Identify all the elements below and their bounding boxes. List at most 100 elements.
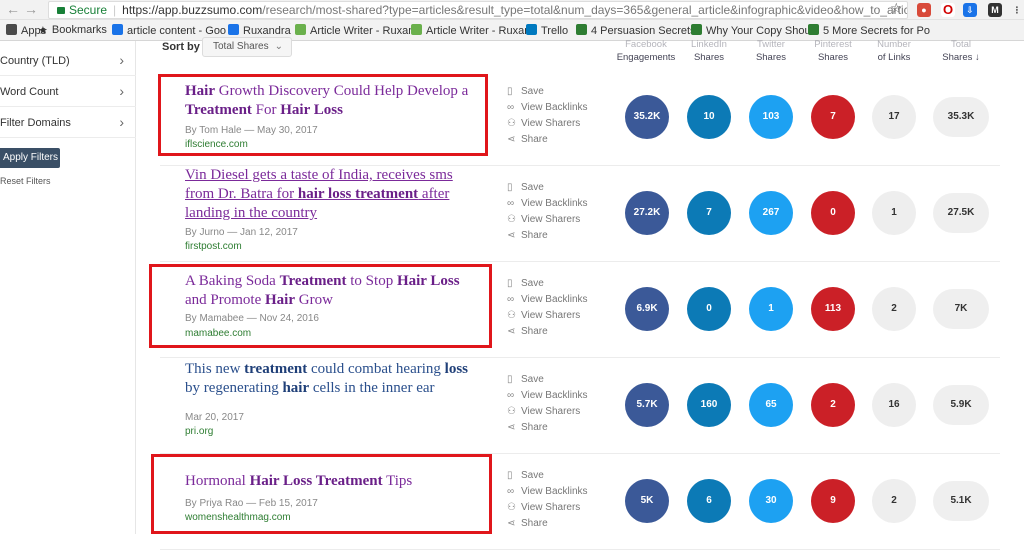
share-action[interactable]: ⋖ Share xyxy=(507,132,588,148)
linkedin-count[interactable]: 7 xyxy=(687,191,731,235)
bookmark-item[interactable]: ★ Bookmarks xyxy=(38,24,107,37)
twitter-count[interactable]: 65 xyxy=(749,383,793,427)
col-linkedin[interactable]: LinkedIn Shares xyxy=(678,38,740,64)
article-actions: ▯ Save ∞ View Backlinks ⚇ View Sharers ⋖ Share xyxy=(507,468,588,532)
chevron-down-icon: ⌄ xyxy=(274,41,283,52)
user-icon: ⚇ xyxy=(507,214,516,225)
save-action[interactable]: ▯ Save xyxy=(507,180,588,196)
twitter-count[interactable]: 267 xyxy=(749,191,793,235)
pinterest-count[interactable]: 113 xyxy=(811,287,855,331)
forward-arrow-icon[interactable]: → xyxy=(24,1,38,17)
save-action[interactable]: ▯ Save xyxy=(507,276,588,292)
bookmark-item[interactable]: Article Writer - Ruxan xyxy=(411,24,530,37)
link-icon: ∞ xyxy=(507,102,515,113)
pinterest-count[interactable]: 7 xyxy=(811,95,855,139)
bookmark-icon: ▯ xyxy=(507,278,513,289)
filter-domains[interactable]: Filter Domains › xyxy=(0,108,136,138)
article-actions: ▯ Save ∞ View Backlinks ⚇ View Sharers ⋖ Share xyxy=(507,84,588,148)
links-count[interactable]: 2 xyxy=(872,287,916,331)
twitter-count[interactable]: 30 xyxy=(749,479,793,523)
view-sharers-action[interactable]: ⚇ View Sharers xyxy=(507,116,588,132)
filter-sidebar: Country (TLD) › Word Count › Filter Domain… xyxy=(0,41,136,534)
total-shares: 5.9K xyxy=(933,385,989,425)
view-backlinks-action[interactable]: ∞ View Backlinks xyxy=(507,388,588,404)
col-pinterest[interactable]: Pinterest Shares xyxy=(802,38,864,64)
pinterest-count[interactable]: 0 xyxy=(811,191,855,235)
view-backlinks-action[interactable]: ∞ View Backlinks xyxy=(507,484,588,500)
lock-icon xyxy=(57,7,65,14)
view-backlinks-action[interactable]: ∞ View Backlinks xyxy=(507,196,588,212)
share-action[interactable]: ⋖ Share xyxy=(507,324,588,340)
linkedin-count[interactable]: 6 xyxy=(687,479,731,523)
linkedin-count[interactable]: 10 xyxy=(687,95,731,139)
bookmark-item[interactable]: 5 More Secrets for Po xyxy=(808,24,930,37)
bookmark-item[interactable]: Ruxandra xyxy=(228,24,291,37)
filter-country[interactable]: Country (TLD) › xyxy=(0,46,136,76)
links-count[interactable]: 1 xyxy=(872,191,916,235)
facebook-count[interactable]: 5.7K xyxy=(625,383,669,427)
facebook-count[interactable]: 5K xyxy=(625,479,669,523)
bookmark-icon: ▯ xyxy=(507,86,513,97)
share-icon: ⋖ xyxy=(507,518,516,529)
article-actions: ▯ Save ∞ View Backlinks ⚇ View Sharers ⋖ Share xyxy=(507,372,588,436)
view-backlinks-action[interactable]: ∞ View Backlinks xyxy=(507,100,588,116)
pinterest-count[interactable]: 2 xyxy=(811,383,855,427)
share-action[interactable]: ⋖ Share xyxy=(507,228,588,244)
bookmark-item[interactable]: 4 Persuasion Secrets xyxy=(576,24,696,37)
apply-filters-button[interactable]: Apply Filters xyxy=(0,148,60,168)
bookmark-item[interactable]: Trello xyxy=(526,24,568,37)
view-sharers-action[interactable]: ⚇ View Sharers xyxy=(507,308,588,324)
share-action[interactable]: ⋖ Share xyxy=(507,516,588,532)
view-sharers-action[interactable]: ⚇ View Sharers xyxy=(507,404,588,420)
share-action[interactable]: ⋖ Share xyxy=(507,420,588,436)
extension-icon[interactable]: ⇩ xyxy=(963,3,977,17)
bookmark-item[interactable]: Why Your Copy Shou xyxy=(691,24,811,37)
total-shares: 35.3K xyxy=(933,97,989,137)
url-field[interactable]: Secure | https://app.buzzsumo.com/research… xyxy=(48,1,908,19)
twitter-count[interactable]: 1 xyxy=(749,287,793,331)
address-bar: ← → Secure | https://app.buzzsumo.com/rese… xyxy=(0,0,1024,20)
links-count[interactable]: 16 xyxy=(872,383,916,427)
links-count[interactable]: 2 xyxy=(872,479,916,523)
bookmark-item[interactable]: article content - Goo xyxy=(112,24,226,37)
save-action[interactable]: ▯ Save xyxy=(507,84,588,100)
view-sharers-action[interactable]: ⚇ View Sharers xyxy=(507,212,588,228)
filter-word-count[interactable]: Word Count › xyxy=(0,77,136,107)
twitter-count[interactable]: 103 xyxy=(749,95,793,139)
save-action[interactable]: ▯ Save xyxy=(507,372,588,388)
star-icon: ★ xyxy=(38,25,48,37)
col-links[interactable]: Number of Links xyxy=(863,38,925,64)
article-row: This new treatment could combat hearing … xyxy=(160,358,1000,454)
extension-icon[interactable]: ● xyxy=(917,3,931,17)
upwork-icon xyxy=(295,24,306,35)
view-sharers-action[interactable]: ⚇ View Sharers xyxy=(507,500,588,516)
back-arrow-icon[interactable]: ← xyxy=(6,1,20,17)
pinterest-count[interactable]: 9 xyxy=(811,479,855,523)
sort-dropdown[interactable]: Total Shares ⌄ xyxy=(202,37,292,57)
bookmark-item[interactable]: Article Writer - Ruxan xyxy=(295,24,414,37)
col-total[interactable]: Total Shares ↓ xyxy=(930,38,992,64)
col-facebook[interactable]: Facebook Engagements xyxy=(615,38,677,64)
article-domain-link[interactable]: firstpost.com xyxy=(185,241,242,252)
article-title-link[interactable]: Vin Diesel gets a taste of India, receiv… xyxy=(185,166,485,223)
reset-filters-link[interactable]: Reset Filters xyxy=(0,176,51,186)
save-action[interactable]: ▯ Save xyxy=(507,468,588,484)
menu-icon[interactable]: ⋮ xyxy=(1010,3,1024,17)
article-domain-link[interactable]: pri.org xyxy=(185,426,213,437)
linkedin-count[interactable]: 160 xyxy=(687,383,731,427)
col-twitter[interactable]: Twitter Shares xyxy=(740,38,802,64)
extension-icon[interactable]: M xyxy=(988,3,1002,17)
facebook-count[interactable]: 35.2K xyxy=(625,95,669,139)
facebook-count[interactable]: 27.2K xyxy=(625,191,669,235)
drive-icon xyxy=(228,24,239,35)
opera-icon[interactable]: O xyxy=(941,3,955,17)
view-backlinks-action[interactable]: ∞ View Backlinks xyxy=(507,292,588,308)
link-icon: ∞ xyxy=(507,486,515,497)
article-actions: ▯ Save ∞ View Backlinks ⚇ View Sharers ⋖ Share xyxy=(507,180,588,244)
bookmark-star-icon[interactable]: ☆ xyxy=(890,0,903,17)
linkedin-count[interactable]: 0 xyxy=(687,287,731,331)
article-title-link[interactable]: This new treatment could combat hearing … xyxy=(185,360,485,398)
facebook-count[interactable]: 6.9K xyxy=(625,287,669,331)
secure-label: Secure xyxy=(69,3,108,17)
links-count[interactable]: 17 xyxy=(872,95,916,139)
